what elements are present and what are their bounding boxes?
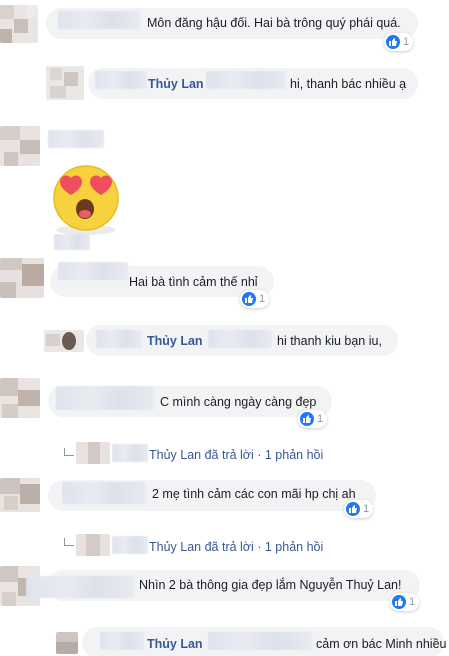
tagged-name-blurred[interactable] [208, 632, 312, 650]
tagged-name-blurred[interactable] [208, 330, 272, 348]
reply-arrow-icon [64, 448, 74, 456]
like-icon [386, 35, 400, 49]
comment-author[interactable]: Thủy Lan [147, 333, 203, 349]
like-count: 1 [259, 293, 266, 305]
comment-text: hi, thanh bác nhiều ạ [290, 77, 407, 91]
comment-text: Môn đăng hậu đối. Hai bà trông quý phái … [147, 16, 401, 30]
avatar[interactable] [44, 330, 84, 352]
avatar[interactable] [76, 534, 110, 556]
comment-text: hi thanh kiu bạn iu, [277, 334, 382, 348]
like-icon [242, 292, 256, 306]
like-count: 1 [403, 36, 410, 48]
reaction-row-blurred[interactable] [54, 234, 90, 250]
like-count-badge[interactable]: 1 [384, 33, 414, 51]
commenter-name-blurred[interactable] [112, 536, 148, 554]
comment-text: cảm ơn bác Minh nhiều ạ [316, 637, 449, 651]
avatar[interactable] [56, 632, 78, 654]
tagged-name-blurred[interactable] [206, 71, 286, 89]
commenter-name-blurred[interactable] [58, 11, 140, 29]
like-icon [300, 412, 314, 426]
avatar[interactable] [0, 126, 40, 166]
reply-summary-link[interactable]: Thủy Lan đã trả lời · 1 phản hồi [149, 447, 323, 463]
avatar[interactable] [0, 5, 38, 43]
heart-eyes-emoji [46, 160, 128, 236]
comment-author[interactable]: Thủy Lan [147, 636, 203, 652]
like-count: 1 [409, 596, 416, 608]
avatar[interactable] [0, 258, 44, 298]
like-count-badge[interactable]: 1 [344, 500, 374, 518]
comment-text: Nhìn 2 bà thông gia đẹp lắm Nguyễn Thuỷ … [139, 578, 402, 592]
commenter-name-blurred[interactable] [96, 330, 142, 348]
like-count-badge[interactable]: 1 [298, 410, 328, 428]
reply-summary-link[interactable]: Thủy Lan đã trả lời · 1 phản hồi [149, 539, 323, 555]
avatar[interactable] [0, 378, 40, 418]
like-count: 1 [363, 503, 370, 515]
avatar[interactable] [76, 442, 110, 464]
commenter-name-blurred[interactable] [62, 482, 146, 504]
like-count-badge[interactable]: 1 [240, 290, 270, 308]
commenter-name-blurred[interactable] [56, 386, 154, 410]
commenter-name-blurred[interactable] [58, 262, 128, 280]
commenter-name-blurred[interactable] [95, 71, 147, 89]
commenter-name-blurred[interactable] [48, 130, 104, 148]
like-icon [346, 502, 360, 516]
comment-text: 2 mẹ tình cảm các con mãi hp chị ah [152, 487, 356, 501]
reply-arrow-icon [64, 538, 74, 546]
avatar[interactable] [46, 66, 84, 100]
commenter-name-blurred[interactable] [100, 632, 144, 650]
like-count-badge[interactable]: 1 [390, 593, 420, 611]
comment-author[interactable]: Thủy Lan [148, 76, 204, 92]
avatar[interactable] [0, 478, 40, 512]
like-icon [392, 595, 406, 609]
comment-text: Hai bà tình cảm thế nhỉ [129, 275, 258, 289]
like-count: 1 [317, 413, 324, 425]
commenter-name-blurred[interactable] [112, 444, 148, 462]
comment-text: C mình càng ngày càng đẹp [160, 395, 317, 409]
commenter-name-blurred[interactable] [26, 576, 134, 598]
